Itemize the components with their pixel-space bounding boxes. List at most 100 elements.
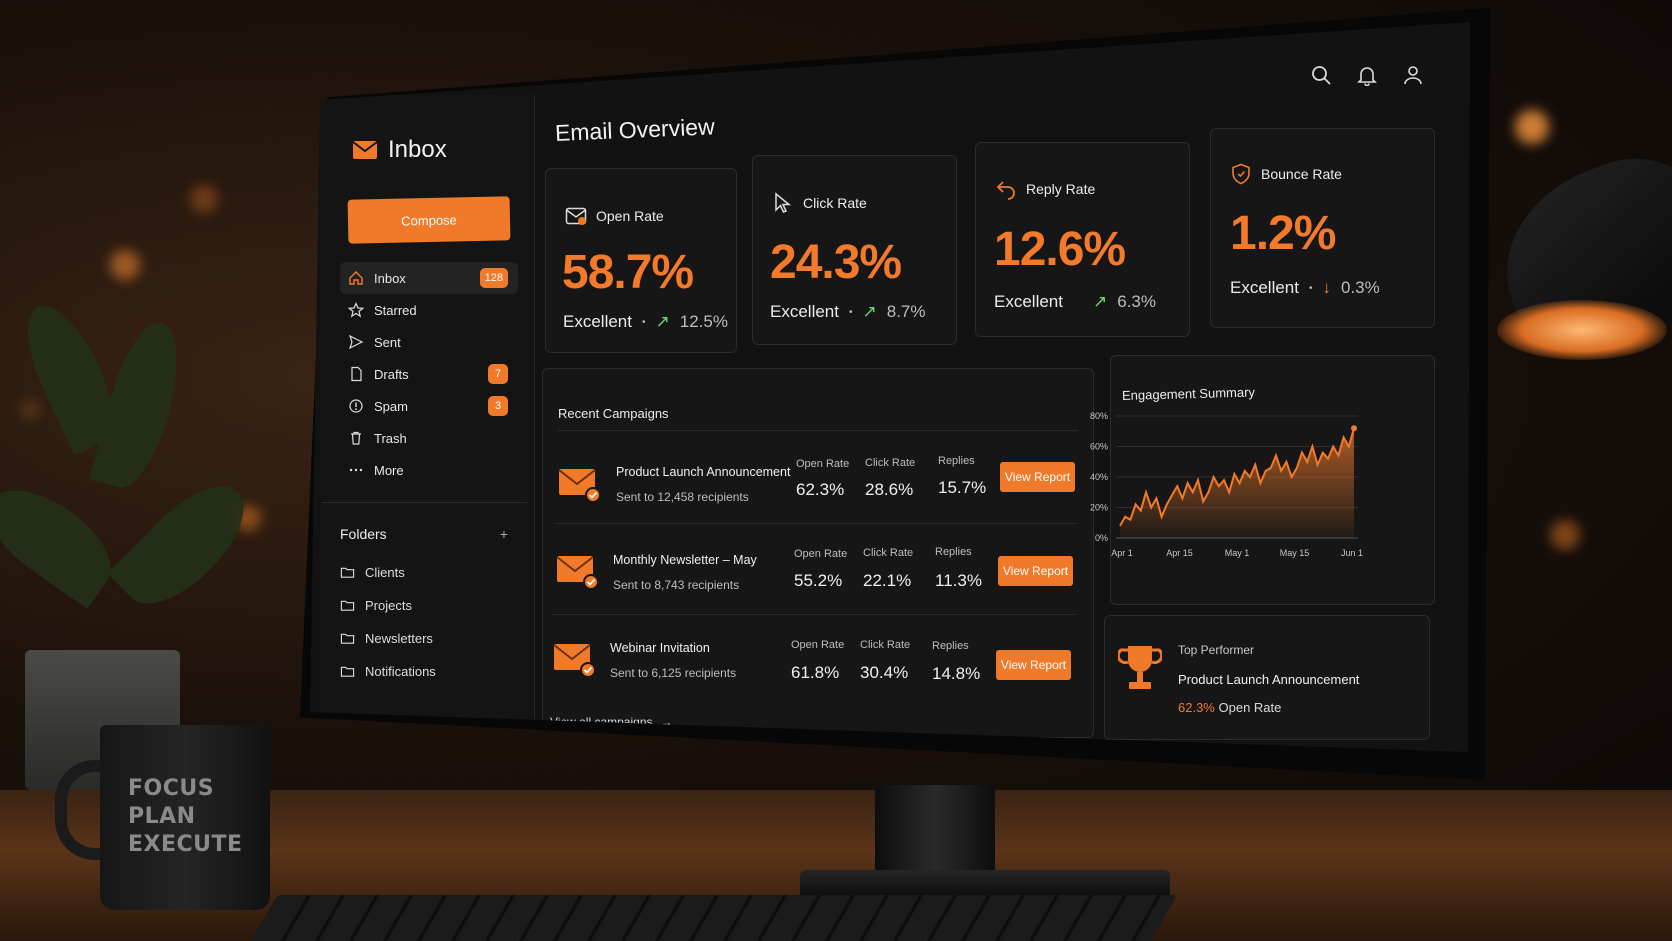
folder-label: Newsletters <box>365 631 433 646</box>
sidebar-item-label: Inbox <box>374 270 406 286</box>
top-performer-rate-label: Open Rate <box>1218 700 1282 715</box>
metric-footer: Excellent ↗ 6.3% <box>994 292 1156 312</box>
search-icon[interactable] <box>1310 64 1332 86</box>
stat-header-click: Click Rate <box>863 547 914 559</box>
top-performer-rate: 62.3% Open Rate <box>1178 700 1281 715</box>
metric-label-text: Click Rate <box>803 195 867 211</box>
stat-header-replies: Replies <box>938 455 975 467</box>
folder-label: Clients <box>365 565 405 580</box>
sidebar-item-label: Sent <box>374 334 401 350</box>
y-tick-label: 60% <box>1090 442 1108 452</box>
bokeh-light <box>110 250 140 280</box>
campaign-name[interactable]: Product Launch Announcement <box>616 465 790 479</box>
stat-open-rate: 62.3% <box>796 480 845 499</box>
stat-open-rate: 55.2% <box>794 571 843 590</box>
trend-up-icon: ↗ <box>1092 292 1108 311</box>
campaign-recipients: Sent to 12,458 recipients <box>616 490 749 504</box>
metric-label: Bounce Rate <box>1230 163 1342 185</box>
metric-status: Excellent <box>770 302 839 321</box>
reply-icon <box>996 181 1015 200</box>
bell-icon[interactable] <box>1356 64 1378 86</box>
x-tick-label: Jun 1 <box>1341 548 1363 558</box>
add-folder-button[interactable]: + <box>500 526 508 542</box>
sidebar-item-drafts[interactable]: Drafts 7 <box>340 358 518 390</box>
row-divider <box>558 430 1078 431</box>
folder-label: Notifications <box>365 664 436 679</box>
folder-item-notifications[interactable]: Notifications <box>340 664 436 679</box>
sidebar-item-more[interactable]: More <box>340 454 518 486</box>
metric-footer: Excellent • ↗ 8.7% <box>770 302 926 322</box>
metric-footer: Excellent • ↓ 0.3% <box>1230 278 1380 298</box>
stat-header-open: Open Rate <box>794 548 848 560</box>
stat-click-rate: 22.1% <box>863 571 912 590</box>
engagement-chart: 0% 20% 40% 60% 80% Apr 1 Apr 15 May 1 May 15 Jun … <box>1090 411 1363 558</box>
top-performer-label: Top Performer <box>1178 643 1255 657</box>
stat-header-replies: Replies <box>935 546 972 558</box>
compose-button[interactable]: Compose <box>347 196 511 244</box>
campaign-mail-icon <box>558 469 600 501</box>
view-report-button[interactable]: View Report <box>996 650 1071 680</box>
y-tick-label: 20% <box>1090 503 1108 513</box>
recent-campaigns-title: Recent Campaigns <box>558 406 669 421</box>
app-title: Inbox <box>388 136 447 163</box>
stat-open-rate: 61.8% <box>791 663 840 682</box>
metric-label: Reply Rate <box>995 178 1095 200</box>
mug-line: EXECUTE <box>128 832 243 857</box>
bokeh-light <box>1550 520 1580 550</box>
y-tick-label: 0% <box>1095 533 1108 543</box>
metric-label-text: Open Rate <box>596 208 664 224</box>
spam-badge: 3 <box>488 396 508 416</box>
folder-icon <box>340 666 355 677</box>
y-tick-label: 80% <box>1090 411 1108 421</box>
mug-line: FOCUS <box>128 776 215 801</box>
metric-value: 12.6% <box>994 223 1126 276</box>
folders-header: Folders + <box>340 526 508 542</box>
sidebar-item-label: More <box>374 462 404 478</box>
x-tick-label: Apr 15 <box>1166 548 1193 558</box>
metric-status: Excellent <box>563 312 632 331</box>
view-report-button[interactable]: View Report <box>998 556 1073 586</box>
y-tick-label: 40% <box>1090 472 1108 482</box>
sidebar-item-label: Trash <box>374 430 407 446</box>
metric-value: 1.2% <box>1230 207 1336 260</box>
folder-icon <box>340 633 355 644</box>
sidebar-divider <box>322 502 527 503</box>
sidebar-item-sent[interactable]: Sent <box>340 326 518 358</box>
brand: Inbox <box>352 136 447 164</box>
sidebar-item-label: Starred <box>374 302 417 318</box>
campaign-name[interactable]: Monthly Newsletter – May <box>613 553 757 567</box>
folder-item-newsletters[interactable]: Newsletters <box>340 631 433 646</box>
stat-header-replies: Replies <box>932 640 969 652</box>
folder-item-projects[interactable]: Projects <box>340 598 412 613</box>
sidebar-item-trash[interactable]: Trash <box>340 422 518 454</box>
sidebar-item-starred[interactable]: Starred <box>340 294 518 326</box>
x-tick-label: May 15 <box>1280 548 1310 558</box>
view-report-button[interactable]: View Report <box>1000 462 1075 492</box>
sidebar-item-inbox[interactable]: Inbox 128 <box>340 262 518 294</box>
campaign-name[interactable]: Webinar Invitation <box>610 641 710 655</box>
stat-replies: 15.7% <box>938 478 987 497</box>
separator-dot: • <box>848 306 853 318</box>
metric-delta: 8.7% <box>886 302 926 321</box>
series-end-point <box>1351 425 1357 432</box>
metric-label-text: Reply Rate <box>1026 181 1096 197</box>
metric-status: Excellent <box>1230 278 1299 297</box>
drafts-badge: 7 <box>488 364 508 384</box>
cursor-icon <box>775 192 792 213</box>
folder-label: Projects <box>365 598 412 613</box>
home-icon <box>349 271 363 285</box>
sidebar-item-label: Spam <box>374 398 408 414</box>
lamp-glow <box>1497 300 1667 360</box>
row-divider <box>553 614 1076 615</box>
stat-header-open: Open Rate <box>791 639 845 651</box>
unread-badge: 128 <box>479 268 508 288</box>
mail-icon <box>352 141 378 159</box>
bokeh-light <box>20 400 40 420</box>
sidebar-item-spam[interactable]: Spam 3 <box>340 390 518 422</box>
folder-item-clients[interactable]: Clients <box>340 565 405 580</box>
campaign-mail-icon <box>556 556 598 588</box>
top-performer-name[interactable]: Product Launch Announcement <box>1178 672 1359 687</box>
user-icon[interactable] <box>1402 64 1424 86</box>
mail-icon <box>565 207 587 225</box>
metric-value: 58.7% <box>562 246 694 299</box>
